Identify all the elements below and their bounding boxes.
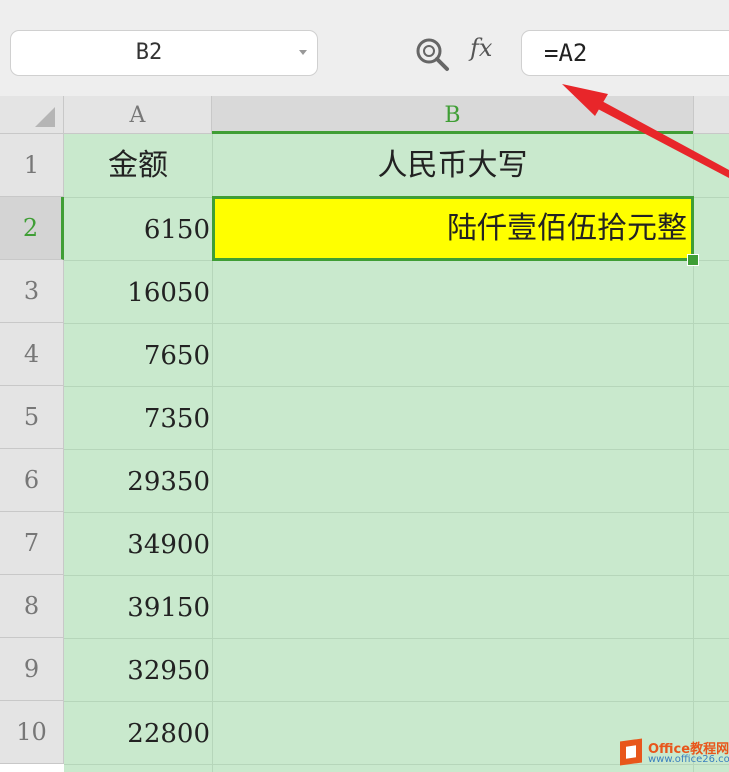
column-header-a[interactable]: A	[64, 96, 212, 134]
worksheet-grid: A B 1 2 3 4 5 6 7 8 9 10 金额 人民币大写 6150 1…	[0, 96, 729, 772]
cell-a8[interactable]: 39150	[64, 575, 210, 638]
cell-a3[interactable]: 16050	[64, 260, 210, 323]
column-header-b[interactable]: B	[212, 96, 693, 134]
watermark-url: www.office26.com	[648, 754, 729, 765]
zoom-icon[interactable]	[415, 37, 451, 73]
formula-bar: B2 fx =A2	[0, 0, 729, 96]
chevron-down-icon[interactable]	[299, 50, 307, 55]
row-header-5[interactable]: 5	[0, 386, 64, 449]
row-header-9[interactable]: 9	[0, 638, 64, 701]
select-all-corner[interactable]	[0, 96, 64, 134]
function-icon[interactable]: fx	[470, 34, 492, 62]
cell-b2-selected[interactable]: 陆仟壹佰伍拾元整	[212, 196, 694, 261]
row-header-8[interactable]: 8	[0, 575, 64, 638]
cell-b1[interactable]: 人民币大写	[212, 134, 693, 197]
cell-a10[interactable]: 22800	[64, 701, 210, 764]
cell-b2-value: 陆仟壹佰伍拾元整	[447, 211, 687, 246]
cell-a5[interactable]: 7350	[64, 386, 210, 449]
row-header-2[interactable]: 2	[0, 197, 64, 260]
column-header-c[interactable]	[693, 96, 729, 134]
row-header-3[interactable]: 3	[0, 260, 64, 323]
formula-input[interactable]: =A2	[521, 30, 729, 76]
formula-value: =A2	[544, 39, 588, 67]
cell-a6[interactable]: 29350	[64, 449, 210, 512]
row-header-4[interactable]: 4	[0, 323, 64, 386]
office-logo-icon	[620, 738, 642, 766]
cell-a1[interactable]: 金额	[64, 134, 212, 197]
cell-a4[interactable]: 7650	[64, 323, 210, 386]
name-box-value: B2	[135, 40, 163, 65]
fill-handle[interactable]	[687, 254, 699, 266]
select-all-icon	[35, 107, 55, 127]
spreadsheet-app: B2 fx =A2 A B 1 2 3 4 5 6 7 8 9 10 金额 人民…	[0, 0, 729, 772]
cell-a2[interactable]: 6150	[64, 197, 210, 260]
name-box[interactable]: B2	[10, 30, 318, 76]
row-header-10[interactable]: 10	[0, 701, 64, 764]
row-header-6[interactable]: 6	[0, 449, 64, 512]
cell-a7[interactable]: 34900	[64, 512, 210, 575]
row-header-1[interactable]: 1	[0, 134, 64, 197]
watermark: Office教程网 www.office26.com	[620, 738, 729, 768]
row-header-7[interactable]: 7	[0, 512, 64, 575]
cell-a9[interactable]: 32950	[64, 638, 210, 701]
